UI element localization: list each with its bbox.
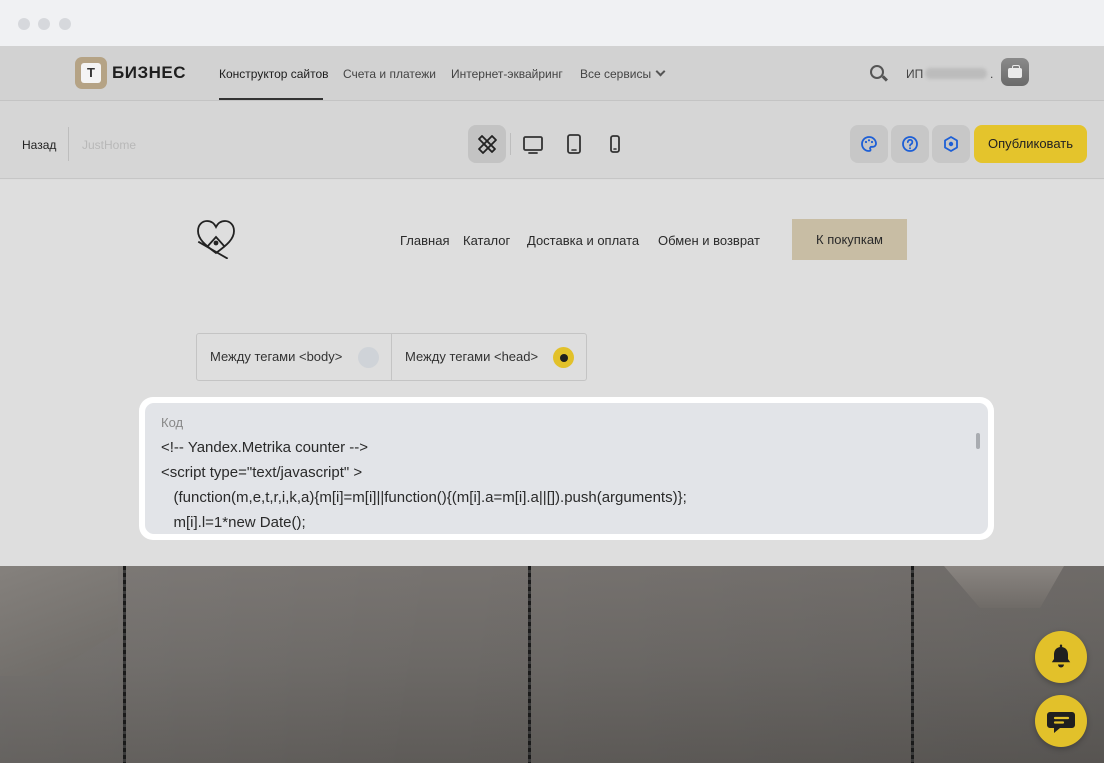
nav-active-underline [219, 98, 323, 100]
site-nav-returns[interactable]: Обмен и возврат [658, 233, 760, 248]
user-suffix: . [990, 67, 994, 81]
help-icon [902, 136, 918, 152]
briefcase-icon [1008, 65, 1022, 78]
window-titlebar [0, 0, 1104, 46]
site-nav-catalog[interactable]: Каталог [463, 233, 510, 248]
code-line: m[i].l=1*new Date(); [161, 514, 306, 531]
user-name-blurred [925, 68, 987, 79]
desktop-view-button[interactable] [514, 125, 552, 163]
editor-toolbar: Назад JustHome Опубликовать [0, 101, 1104, 179]
theme-palette-button[interactable] [850, 125, 888, 163]
site-preview: Главная Каталог Доставка и оплата Обмен … [0, 180, 1104, 566]
code-line: <!-- Yandex.Metrika counter --> [161, 439, 369, 456]
bell-icon [1051, 644, 1071, 668]
settings-hex-icon [944, 136, 958, 152]
nav-link-all-services-label: Все сервисы [580, 67, 652, 81]
photo-lamp-cord [911, 566, 914, 763]
help-button[interactable] [891, 125, 929, 163]
back-button[interactable]: Назад [22, 138, 56, 152]
design-tools-button[interactable] [468, 125, 506, 163]
palette-icon [861, 136, 877, 152]
mobile-view-button[interactable] [596, 125, 634, 163]
site-logo-icon[interactable] [193, 217, 239, 259]
photo-wall-shade [0, 566, 1104, 763]
brand-logo-text[interactable]: БИЗНЕС [112, 63, 186, 83]
search-icon[interactable] [870, 65, 884, 79]
mobile-icon [610, 135, 620, 153]
site-nav-delivery[interactable]: Доставка и оплата [527, 233, 639, 248]
photo-lamp-cord [123, 566, 126, 763]
photo-lamp-cord [528, 566, 531, 763]
desktop-icon [523, 136, 543, 154]
tablet-view-button[interactable] [555, 125, 593, 163]
design-tools-icon [478, 135, 497, 154]
nav-link-invoices[interactable]: Счета и платежи [343, 67, 436, 81]
placement-option-body[interactable]: Между тегами <body> [197, 334, 391, 380]
site-nav-home[interactable]: Главная [400, 233, 449, 248]
notifications-button[interactable] [1035, 631, 1087, 683]
settings-button[interactable] [932, 125, 970, 163]
publish-button[interactable]: Опубликовать [974, 125, 1087, 163]
placement-option-head-label: Между тегами <head> [405, 349, 539, 364]
brand-logo-letter: Т [81, 63, 101, 83]
nav-link-all-services[interactable]: Все сервисы [580, 66, 666, 81]
window-close-dot[interactable] [18, 18, 30, 30]
user-prefix: ИП [906, 67, 924, 81]
tool-separator [510, 133, 511, 155]
code-textarea[interactable]: Код <!-- Yandex.Metrika counter --> <scr… [145, 403, 988, 534]
placement-option-body-label: Между тегами <body> [210, 349, 343, 364]
site-name: JustHome [82, 138, 137, 152]
nav-link-site-builder[interactable]: Конструктор сайтов [219, 67, 329, 81]
tablet-icon [567, 134, 581, 154]
brand-logo-icon[interactable]: Т [75, 57, 107, 89]
nav-link-acquiring[interactable]: Интернет-эквайринг [451, 67, 563, 81]
radio-body[interactable] [358, 347, 379, 368]
chat-button[interactable] [1035, 695, 1087, 747]
code-lines: <!-- Yandex.Metrika counter --> <script … [161, 435, 687, 534]
top-navigation: Т БИЗНЕС Конструктор сайтов Счета и плат… [0, 46, 1104, 101]
shop-button[interactable]: К покупкам [792, 219, 907, 260]
account-avatar[interactable] [1001, 58, 1029, 86]
radio-head-selected[interactable] [553, 347, 574, 368]
chevron-down-icon [655, 66, 666, 77]
placement-option-head[interactable]: Между тегами <head> [392, 334, 587, 380]
code-scrollbar[interactable] [976, 433, 980, 449]
code-line: <script type="text/javascript" > [161, 464, 363, 481]
code-line: (function(m,e,t,r,i,k,a){m[i]=m[i]||func… [161, 489, 687, 506]
code-placement-selector: Между тегами <body> Между тегами <head> [196, 333, 587, 381]
toolbar-divider [68, 127, 69, 161]
code-label: Код [161, 415, 184, 430]
chat-icon [1047, 712, 1075, 733]
window-maximize-dot[interactable] [59, 18, 71, 30]
hero-photo [0, 566, 1104, 763]
code-editor-card: Код <!-- Yandex.Metrika counter --> <scr… [139, 397, 994, 540]
window-minimize-dot[interactable] [38, 18, 50, 30]
